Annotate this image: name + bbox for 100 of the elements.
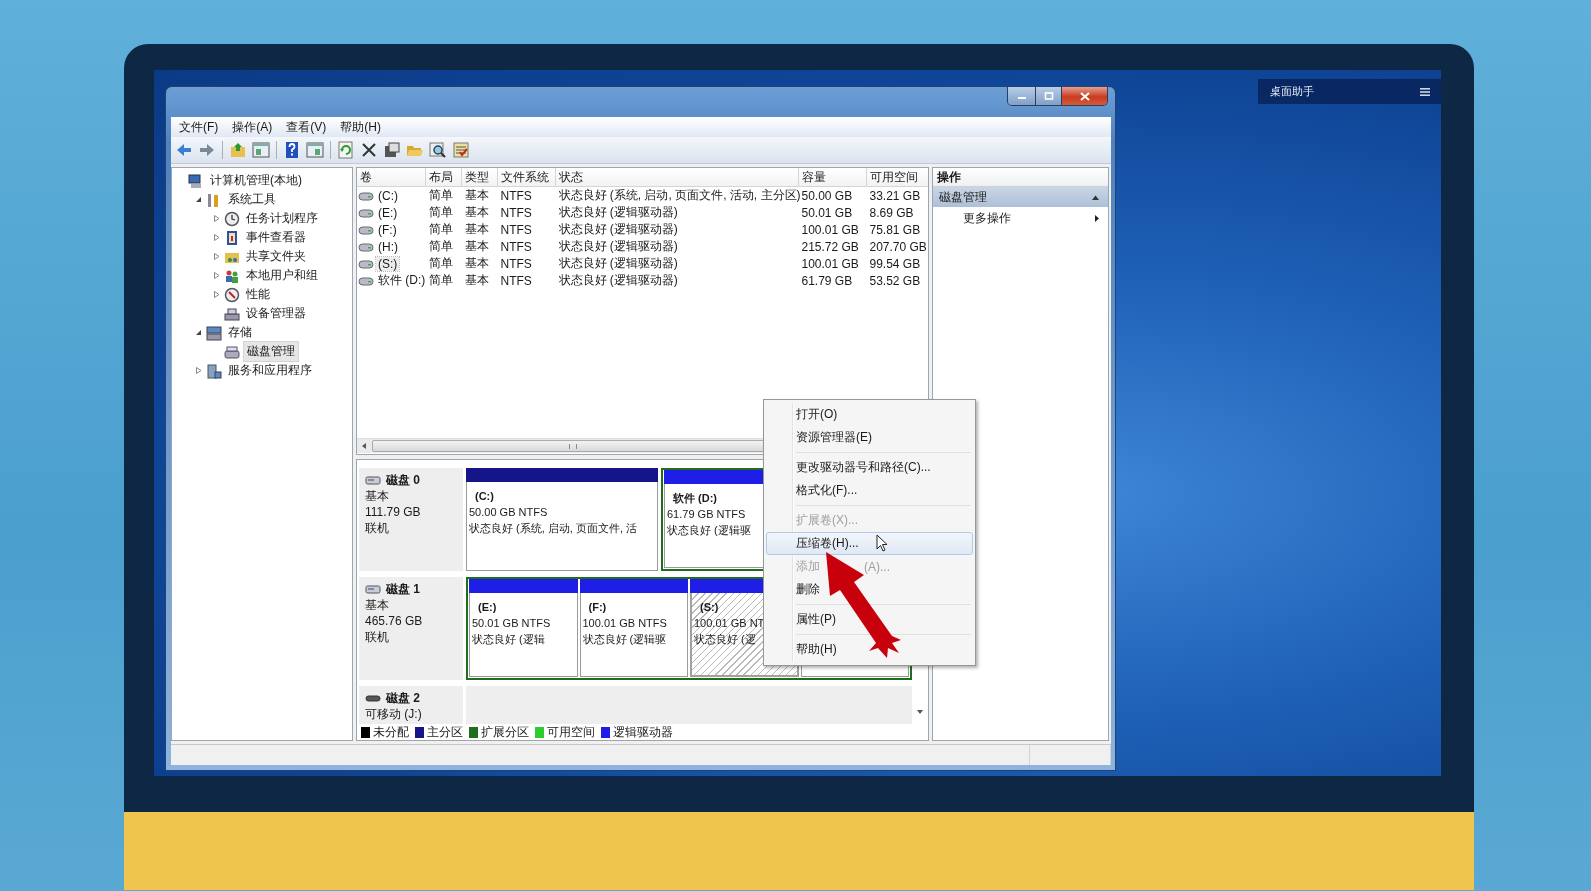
column-header[interactable]: 容量 [798, 168, 867, 187]
column-header[interactable]: 布局 [425, 168, 462, 187]
table-cell: 状态良好 (逻辑驱动器) [558, 273, 678, 287]
volume-name[interactable]: (F:) [376, 222, 399, 237]
column-header[interactable]: 类型 [461, 168, 498, 187]
table-cell: 状态良好 (逻辑驱动器) [558, 222, 678, 236]
menu-item[interactable]: 帮助(H) [334, 118, 389, 136]
properties-icon[interactable] [383, 141, 401, 159]
console-tree-icon[interactable] [252, 141, 270, 159]
minimize-button[interactable] [1008, 87, 1036, 105]
clock-icon [224, 210, 240, 227]
device-icon [224, 305, 240, 322]
table-cell: 100.01 GB [801, 256, 859, 271]
forward-arrow-icon[interactable] [198, 141, 216, 159]
table-cell: 53.52 GB [869, 273, 921, 288]
tree-item[interactable]: 本地用户和组 [243, 266, 321, 285]
disk-type: 可移动 (J:) [365, 706, 423, 722]
tree-item[interactable]: 存储 [225, 323, 255, 342]
menu-item[interactable]: 打开(O) [766, 403, 973, 426]
disk-name: 磁盘 0 [386, 471, 420, 489]
partition-status: 状态良好 (逻辑 [472, 632, 545, 647]
drive-icon [358, 275, 374, 286]
panel-icon[interactable] [306, 141, 324, 159]
partition-title: 软件 (D:) [672, 491, 717, 506]
action-link[interactable]: 更多操作 [963, 209, 1011, 227]
collapsed-arrow-icon[interactable] [212, 233, 221, 242]
partition-size: 100.01 GB NTFS [582, 616, 667, 631]
folder-up-icon[interactable] [229, 141, 247, 159]
menu-icon[interactable] [1419, 86, 1431, 97]
volume-name[interactable]: 软件 (D:) [376, 272, 428, 289]
column-header[interactable]: 卷 [357, 168, 426, 187]
magnifier-icon[interactable] [429, 141, 447, 159]
tree-item[interactable]: 设备管理器 [243, 304, 309, 323]
refresh-icon[interactable] [337, 141, 355, 159]
tree-item[interactable]: 共享文件夹 [243, 247, 309, 266]
table-cell: 简单 [428, 239, 453, 253]
checklist-icon[interactable] [452, 141, 470, 159]
close-button[interactable] [1062, 87, 1107, 105]
table-cell: NTFS [500, 188, 532, 203]
partition-size: 50.00 GB NTFS [469, 505, 548, 520]
help-icon[interactable] [283, 141, 301, 159]
volume-name[interactable]: (H:) [376, 239, 400, 254]
partition-title: (E:) [477, 600, 497, 615]
collapsed-arrow-icon[interactable] [212, 214, 221, 223]
menu-item[interactable]: 操作(A) [226, 118, 281, 136]
tree-item[interactable]: 任务计划程序 [243, 209, 321, 228]
column-header[interactable]: 状态 [555, 168, 799, 187]
partition-status: 状态良好 (系统, 启动, 页面文件, 活 [469, 521, 638, 536]
collapse-arrow-icon[interactable] [1091, 193, 1100, 201]
expanded-arrow-icon[interactable] [194, 195, 203, 204]
menu-item[interactable]: 更改驱动器号和路径(C)... [766, 456, 973, 479]
table-cell: 状态良好 (逻辑驱动器) [558, 239, 678, 253]
disk-type: 基本 [365, 597, 390, 613]
services-icon [206, 362, 222, 379]
table-cell: 简单 [428, 222, 453, 236]
actions-section-header[interactable]: 磁盘管理 [933, 187, 1108, 207]
table-cell: 33.21 GB [869, 188, 921, 203]
menu-item[interactable]: 压缩卷(H)... [766, 532, 973, 555]
computer-icon [188, 172, 204, 189]
tree-item[interactable]: 计算机管理(本地) [207, 171, 305, 190]
actions-title: 操作 [933, 168, 1108, 187]
table-cell: 99.54 GB [869, 256, 921, 271]
menu-item[interactable]: 文件(F) [173, 118, 227, 136]
tree-item[interactable]: 性能 [243, 285, 273, 304]
disk-type: 基本 [365, 488, 390, 504]
tree-item[interactable]: 事件查看器 [243, 228, 309, 247]
column-header[interactable]: 可用空间 [866, 168, 928, 187]
maximize-button[interactable] [1036, 87, 1062, 105]
collapsed-arrow-icon[interactable] [194, 366, 203, 375]
delete-icon[interactable] [360, 141, 378, 159]
collapsed-arrow-icon[interactable] [212, 290, 221, 299]
disk-state: 联机 [365, 520, 390, 536]
volume-name[interactable]: (C:) [376, 188, 400, 203]
partition-size: 50.01 GB NTFS [472, 616, 551, 631]
menu-item[interactable]: 资源管理器(E) [766, 426, 973, 449]
menu-item[interactable]: 查看(V) [280, 118, 335, 136]
drive-icon [358, 258, 374, 269]
volume-name[interactable]: (E:) [376, 205, 400, 220]
collapsed-arrow-icon[interactable] [212, 252, 221, 261]
menu-item[interactable]: 格式化(F)... [766, 479, 973, 502]
tree-item[interactable]: 磁盘管理 [243, 341, 299, 362]
expanded-arrow-icon[interactable] [194, 328, 203, 337]
table-cell: 8.69 GB [869, 205, 914, 220]
collapsed-arrow-icon[interactable] [212, 271, 221, 280]
tree-item[interactable]: 服务和应用程序 [225, 361, 315, 380]
table-cell: NTFS [500, 239, 532, 254]
table-cell: NTFS [500, 205, 532, 220]
partition-title: (F:) [587, 600, 607, 615]
tree-item[interactable]: 系统工具 [225, 190, 279, 209]
table-cell: 基本 [464, 239, 489, 253]
table-cell: 61.79 GB [801, 273, 853, 288]
back-arrow-icon[interactable] [175, 141, 193, 159]
column-header[interactable]: 文件系统 [497, 168, 556, 187]
drive-icon [365, 475, 381, 485]
volume-name[interactable]: (S:) [376, 256, 400, 271]
partition-size: 100.01 GB NT [694, 616, 765, 631]
usb-drive-icon [365, 693, 381, 703]
table-cell: 状态良好 (逻辑驱动器) [558, 205, 678, 219]
submenu-arrow-icon[interactable] [1094, 213, 1100, 223]
table-cell: 基本 [464, 222, 489, 236]
